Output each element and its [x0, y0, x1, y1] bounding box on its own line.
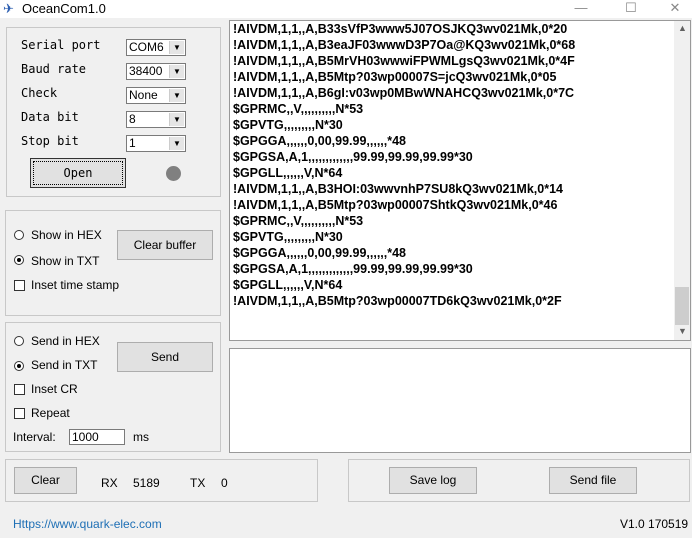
data-bit-label: Data bit	[21, 110, 79, 124]
baud-rate-label: Baud rate	[21, 62, 87, 76]
log-line: !AIVDM,1,1,,A,B3eaJF03wwwD3P7Oa@KQ3wv021…	[233, 38, 576, 52]
send-file-button[interactable]: Send file	[549, 467, 637, 494]
rx-label: RX	[101, 476, 118, 490]
chevron-down-icon: ▼	[169, 65, 184, 78]
scroll-down-icon[interactable]: ▼	[678, 326, 687, 336]
insert-cr-checkbox[interactable]	[14, 384, 25, 395]
rx-count: 5189	[133, 476, 160, 490]
interval-label: Interval:	[13, 430, 56, 444]
show-txt-label[interactable]: Show in TXT	[31, 254, 99, 268]
receive-log[interactable]: !AIVDM,1,1,,A,B33sVfP3www5J07OSJKQ3wv021…	[229, 20, 691, 341]
check-value: None	[129, 88, 158, 102]
serial-port-select[interactable]: COM6 ▼	[126, 39, 186, 56]
log-line: !AIVDM,1,1,,A,B5Mtp?03wp00007S=jcQ3wv021…	[233, 70, 557, 84]
scrollbar-thumb[interactable]	[675, 287, 689, 325]
log-line: $GPGLL,,,,,,V,N*64	[233, 278, 343, 292]
show-hex-label[interactable]: Show in HEX	[31, 228, 102, 242]
maximize-button[interactable]: ☐	[616, 0, 646, 16]
serial-port-label: Serial port	[21, 38, 101, 52]
window-title: OceanCom1.0	[22, 1, 106, 16]
connection-status-indicator	[166, 166, 181, 181]
website-link[interactable]: Https://www.quark-elec.com	[13, 517, 162, 531]
data-bit-select[interactable]: 8 ▼	[126, 111, 186, 128]
stop-bit-value: 1	[129, 136, 136, 150]
insert-cr-label[interactable]: Inset CR	[31, 382, 78, 396]
log-line: $GPRMC,,V,,,,,,,,,,N*53	[233, 214, 364, 228]
log-line: $GPVTG,,,,,,,,,N*30	[233, 118, 343, 132]
serial-port-value: COM6	[129, 40, 164, 54]
log-line: $GPGSA,A,1,,,,,,,,,,,,,99.99,99.99,99.99…	[233, 150, 473, 164]
send-hex-label[interactable]: Send in HEX	[31, 334, 100, 348]
log-lines: !AIVDM,1,1,,A,B33sVfP3www5J07OSJKQ3wv021…	[230, 21, 690, 309]
log-line: $GPGGA,,,,,,0,00,99.99,,,,,,*48	[233, 246, 407, 260]
timestamp-checkbox[interactable]	[14, 280, 25, 291]
log-line: !AIVDM,1,1,,A,B33sVfP3www5J07OSJKQ3wv021…	[233, 22, 568, 36]
stop-bit-label: Stop bit	[21, 134, 79, 148]
clear-buffer-button[interactable]: Clear buffer	[117, 230, 213, 260]
interval-input[interactable]: 1000	[69, 429, 125, 445]
repeat-checkbox[interactable]	[14, 408, 25, 419]
scroll-up-icon[interactable]: ▲	[678, 23, 687, 33]
log-line: !AIVDM,1,1,,A,B5MrVH03wwwiFPWMLgsQ3wv021…	[233, 54, 575, 68]
open-button[interactable]: Open	[30, 158, 126, 188]
chevron-down-icon: ▼	[169, 137, 184, 150]
tx-label: TX	[190, 476, 206, 490]
log-line: $GPGLL,,,,,,V,N*64	[233, 166, 343, 180]
check-select[interactable]: None ▼	[126, 87, 186, 104]
send-button[interactable]: Send	[117, 342, 213, 372]
log-line: $GPVTG,,,,,,,,,N*30	[233, 230, 343, 244]
log-line: !AIVDM,1,1,,A,B5Mtp?03wp00007ShtkQ3wv021…	[233, 198, 558, 212]
timestamp-label[interactable]: Inset time stamp	[31, 278, 119, 292]
tx-count: 0	[221, 476, 228, 490]
chevron-down-icon: ▼	[169, 89, 184, 102]
app-icon: ✈	[3, 1, 14, 16]
version-label: V1.0 170519	[620, 517, 689, 531]
show-txt-radio[interactable]	[14, 255, 24, 265]
chevron-down-icon: ▼	[169, 41, 184, 54]
chevron-down-icon: ▼	[169, 113, 184, 126]
send-txt-label[interactable]: Send in TXT	[31, 358, 97, 372]
log-line: !AIVDM,1,1,,A,B3HOI:03wwvnhP7SU8kQ3wv021…	[233, 182, 563, 196]
data-bit-value: 8	[129, 112, 136, 126]
baud-rate-value: 38400	[129, 64, 163, 78]
log-line: $GPGGA,,,,,,0,00,99.99,,,,,,*48	[233, 134, 407, 148]
repeat-label[interactable]: Repeat	[31, 406, 70, 420]
send-text-input[interactable]	[229, 348, 691, 453]
interval-unit: ms	[133, 430, 149, 444]
show-hex-radio[interactable]	[14, 230, 24, 240]
send-hex-radio[interactable]	[14, 336, 24, 346]
log-line: $GPRMC,,V,,,,,,,,,,N*53	[233, 102, 364, 116]
log-line: !AIVDM,1,1,,A,B6gI:v03wp0MBwWNAHCQ3wv021…	[233, 86, 575, 100]
log-line: $GPGSA,A,1,,,,,,,,,,,,,99.99,99.99,99.99…	[233, 262, 473, 276]
save-log-button[interactable]: Save log	[389, 467, 477, 494]
clear-button[interactable]: Clear	[14, 467, 77, 494]
close-button[interactable]: ✕	[660, 0, 690, 16]
send-txt-radio[interactable]	[14, 361, 24, 371]
minimize-button[interactable]: —	[566, 0, 596, 15]
log-line: !AIVDM,1,1,,A,B5Mtp?03wp00007TD6kQ3wv021…	[233, 294, 562, 308]
stop-bit-select[interactable]: 1 ▼	[126, 135, 186, 152]
check-label: Check	[21, 86, 58, 100]
title-bar: ✈ OceanCom1.0 — ☐ ✕	[0, 0, 692, 18]
baud-rate-select[interactable]: 38400 ▼	[126, 63, 186, 80]
vertical-scrollbar[interactable]: ▲ ▼	[674, 21, 690, 340]
